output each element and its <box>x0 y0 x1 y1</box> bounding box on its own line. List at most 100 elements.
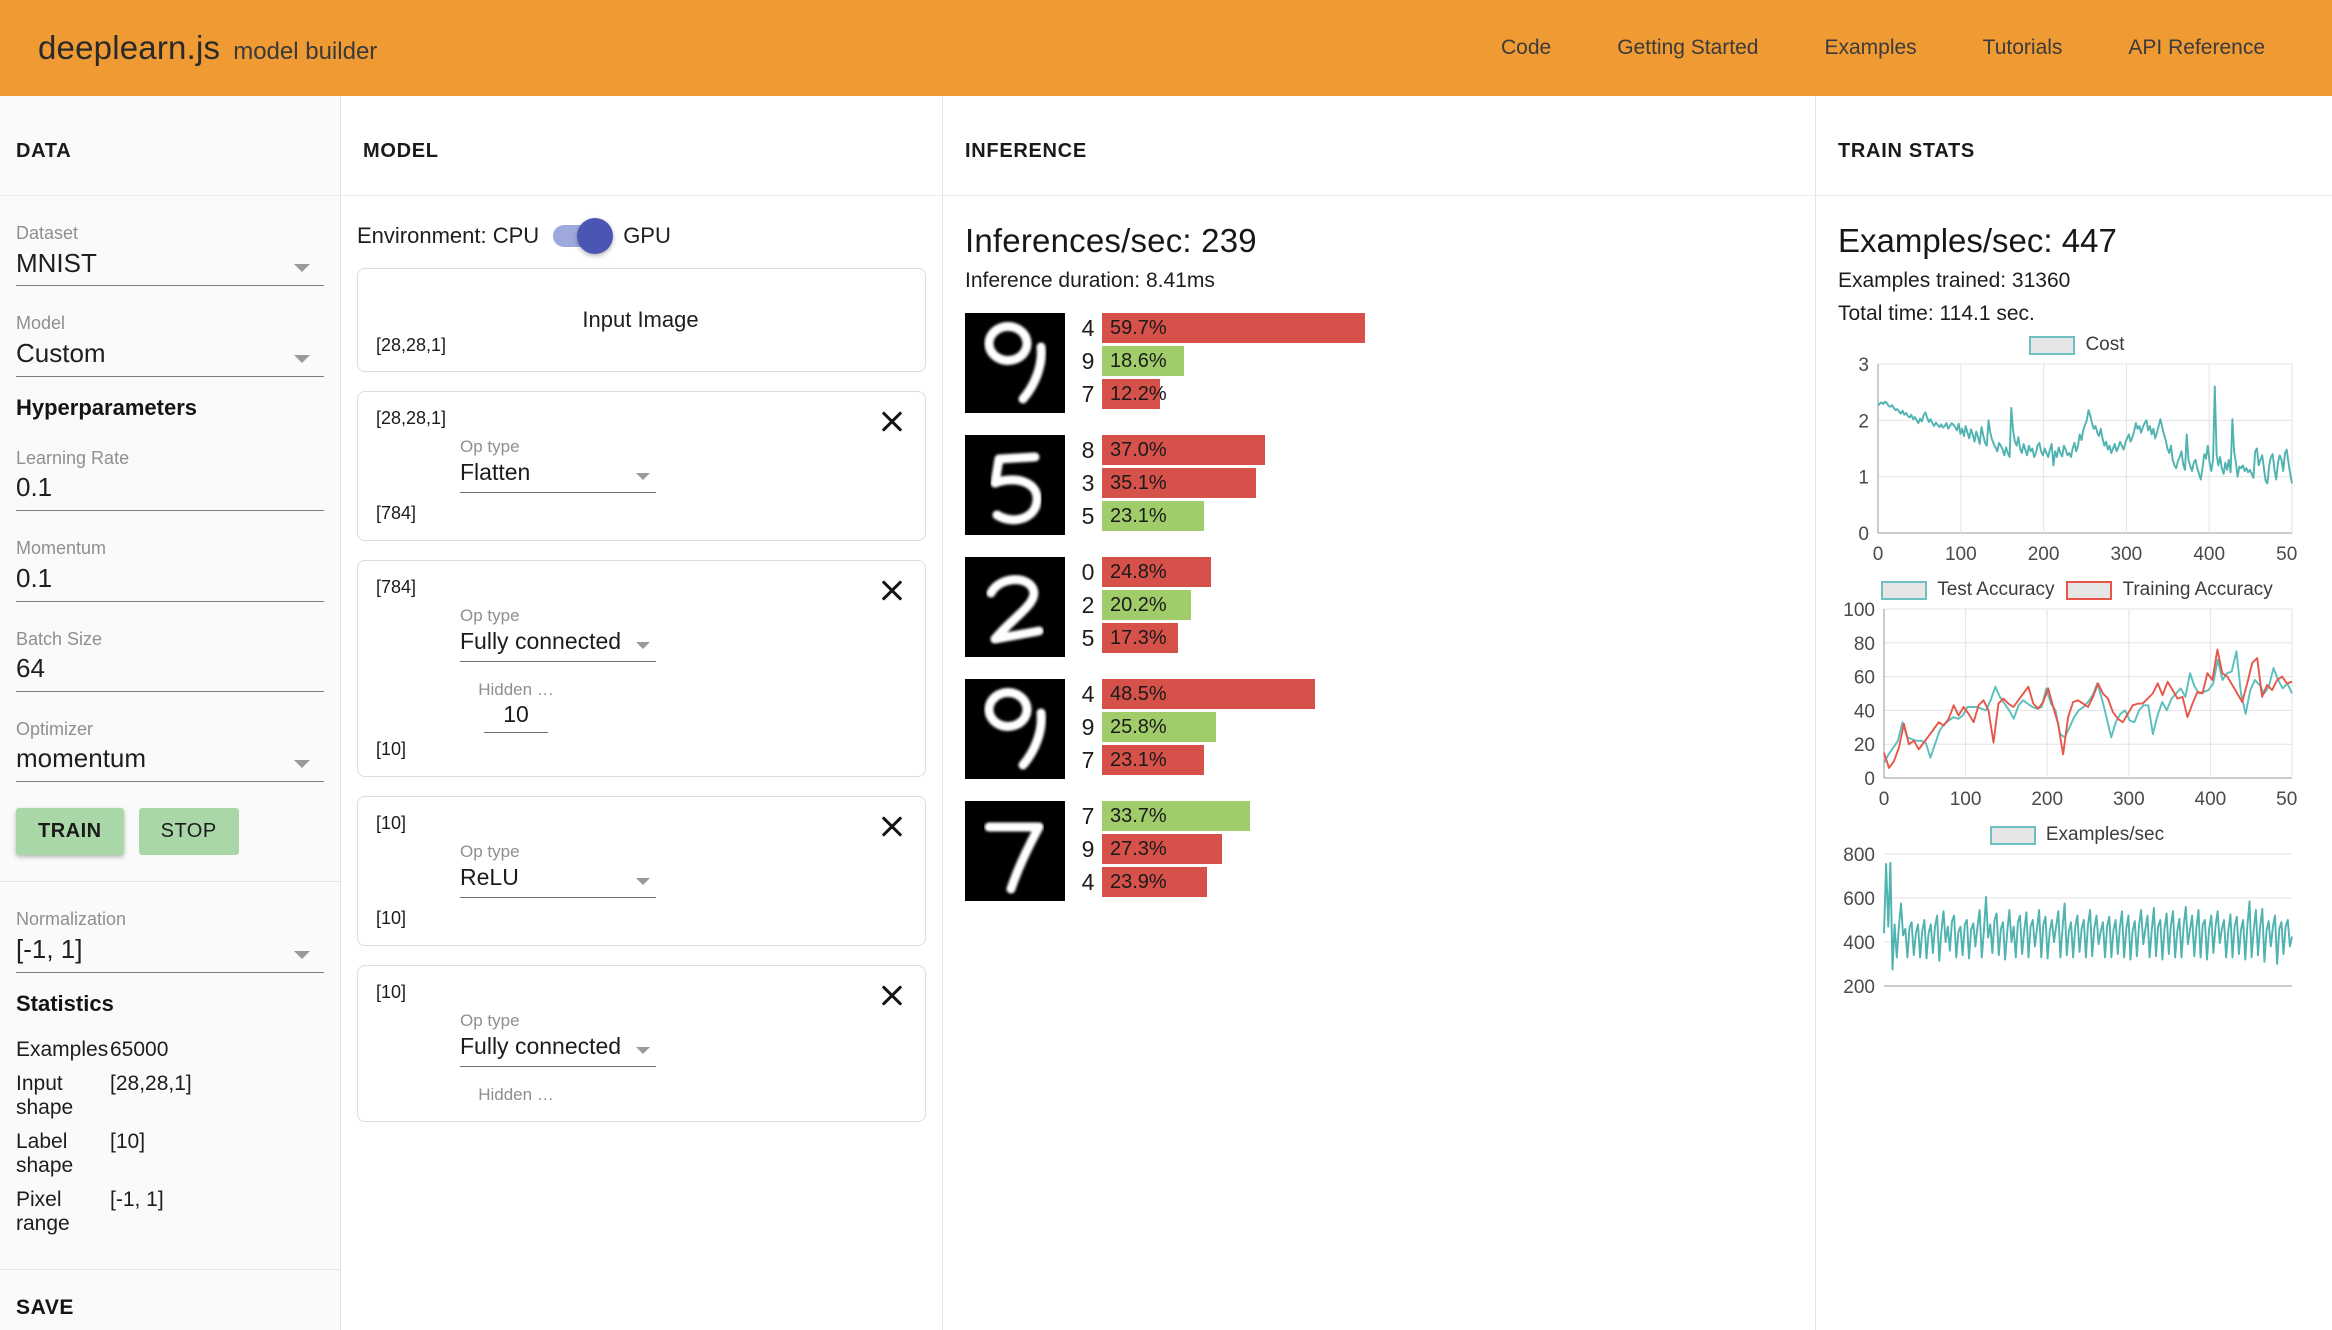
train-stats-summary: Examples/sec: 447 Examples trained: 3136… <box>1838 196 2316 326</box>
legend-item: Cost <box>2029 334 2125 356</box>
prediction-row: 9 27.3% <box>1074 834 1250 864</box>
op-type-select[interactable]: Fully connected <box>460 626 656 662</box>
model-select[interactable]: Custom <box>16 335 324 377</box>
svg-text:200: 200 <box>2028 544 2060 565</box>
inference-row: 8 37.0% 3 35.1% 5 23.1% <box>965 435 1799 535</box>
op-type-value: ReLU <box>460 864 519 890</box>
op-type-group: Op type Flatten <box>376 429 905 497</box>
train-button[interactable]: TRAIN <box>16 808 124 856</box>
op-type-group: Op type Fully connected <box>376 598 905 666</box>
legend-item: Test Accuracy <box>1881 579 2054 601</box>
prediction-digit-label: 5 <box>1081 625 1095 651</box>
environment-toggle[interactable] <box>553 218 614 254</box>
model-field: Model Custom <box>16 312 324 377</box>
inference-row: 7 33.7% 9 27.3% 4 23.9% <box>965 801 1799 901</box>
prediction-bar: 59.7% <box>1102 313 1365 343</box>
close-icon[interactable] <box>877 575 907 605</box>
op-type-select[interactable]: ReLU <box>460 862 656 898</box>
brand-logo: deeplearn.js model builder <box>38 29 377 67</box>
hidden-units-input[interactable]: 10 <box>484 700 548 733</box>
chevron-down-icon <box>294 950 310 959</box>
prediction-bar: 35.1% <box>1102 468 1257 498</box>
train-stats-panel: TRAIN STATS Examples/sec: 447 Examples t… <box>1816 96 2332 1330</box>
legend-label: Cost <box>2085 334 2125 355</box>
batch-size-input[interactable]: 64 <box>16 650 324 692</box>
prediction-bar: 24.8% <box>1102 557 1212 587</box>
stat-key: Label shape <box>16 1129 74 1177</box>
prediction-bar: 48.5% <box>1102 679 1316 709</box>
op-type-select[interactable]: Fully connected <box>460 1031 656 1067</box>
batch-size-field: Batch Size 64 <box>16 628 324 692</box>
legend-item: Training Accuracy <box>2066 579 2273 601</box>
hyperparameters-title: Hyperparameters <box>16 394 197 420</box>
dataset-select[interactable]: MNIST <box>16 245 324 287</box>
hidden-units-label: Hidden … <box>478 680 554 699</box>
stat-value: [10] <box>110 1129 146 1153</box>
examples-per-sec-chart: Examples/sec 200 400 600 800 <box>1838 824 2316 996</box>
inference-duration: Inference duration: 8.41ms <box>965 269 1215 292</box>
inference-panel: INFERENCE Inferences/sec: 239 Inference … <box>943 96 1816 1330</box>
learning-rate-input[interactable]: 0.1 <box>16 469 324 512</box>
svg-text:1: 1 <box>1858 468 1869 489</box>
nav-link-code[interactable]: Code <box>1468 36 1584 60</box>
chevron-down-icon <box>636 878 650 885</box>
nav-link-tutorials[interactable]: Tutorials <box>1950 36 2096 60</box>
prediction-row: 5 23.1% <box>1074 501 1265 531</box>
inferences-per-sec: Inferences/sec: 239 <box>965 222 1257 259</box>
prediction-bars: 4 48.5% 9 25.8% 7 23.1% <box>1074 679 1316 778</box>
prediction-bar: 23.1% <box>1102 745 1204 775</box>
close-icon[interactable] <box>877 980 907 1010</box>
digit-thumbnail <box>965 557 1065 657</box>
nav-link-getting-started[interactable]: Getting Started <box>1584 36 1791 60</box>
op-type-group: Op type ReLU <box>376 834 905 902</box>
statistics-table: Examples 65000 Input shape [28,28,1] Lab… <box>16 1033 324 1241</box>
prediction-bars: 8 37.0% 3 35.1% 5 23.1% <box>1074 435 1265 534</box>
layer-out-shape: [10] <box>376 739 407 759</box>
stat-key: Input shape <box>16 1071 74 1119</box>
svg-text:200: 200 <box>1843 977 1875 996</box>
chevron-down-icon <box>294 354 310 363</box>
nav-link-examples[interactable]: Examples <box>1791 36 1949 60</box>
nav-link-api-reference[interactable]: API Reference <box>2095 36 2298 60</box>
legend-swatch-test <box>1881 580 1928 600</box>
prediction-bars: 4 59.7% 9 18.6% 7 12.2% <box>1074 313 1365 412</box>
inference-panel-header: INFERENCE <box>943 96 1815 196</box>
legend-label: Training Accuracy <box>2122 579 2273 600</box>
op-type-select[interactable]: Flatten <box>460 457 656 493</box>
momentum-input[interactable]: 0.1 <box>16 560 324 602</box>
layer-card: [10] Op type ReLU [10] <box>357 796 926 946</box>
svg-text:20: 20 <box>1854 735 1875 756</box>
prediction-digit-label: 8 <box>1081 437 1095 463</box>
legend-swatch-training <box>2066 580 2113 600</box>
prediction-digit-label: 9 <box>1081 714 1095 740</box>
close-icon[interactable] <box>877 406 907 436</box>
train-controls: TRAIN STOP <box>16 808 324 881</box>
prediction-bar: 18.6% <box>1102 346 1184 376</box>
prediction-row: 7 12.2% <box>1074 379 1365 409</box>
total-time: Total time: 114.1 sec. <box>1838 302 2035 325</box>
chevron-down-icon <box>294 264 310 273</box>
svg-text:600: 600 <box>1843 889 1875 910</box>
brand-tagline: model builder <box>233 38 378 65</box>
section-divider <box>0 881 340 883</box>
close-icon[interactable] <box>877 811 907 841</box>
examples-chart-legend: Examples/sec <box>1838 824 2316 846</box>
stop-button[interactable]: STOP <box>138 808 239 856</box>
layer-card: [10] Op type Fully connected Hidden … <box>357 965 926 1122</box>
save-button[interactable]: SAVE <box>16 1296 74 1319</box>
momentum-field: Momentum 0.1 <box>16 537 324 602</box>
model-label: Model <box>16 313 66 334</box>
normalization-label: Normalization <box>16 909 127 930</box>
table-row: Pixel range [-1, 1] <box>16 1183 324 1241</box>
op-type-group: Op type Fully connected <box>376 1003 905 1071</box>
cost-chart-svg: 0 1 2 3 0 100 200 300 400 500 <box>1858 356 2298 565</box>
cost-chart-legend: Cost <box>1838 334 2316 356</box>
prediction-bar: 25.8% <box>1102 712 1216 742</box>
svg-text:0: 0 <box>1858 524 1869 545</box>
prediction-bar: 20.2% <box>1102 590 1191 620</box>
layer-out-shape: [10] <box>376 908 407 928</box>
optimizer-select[interactable]: momentum <box>16 740 324 783</box>
prediction-row: 4 59.7% <box>1074 313 1365 343</box>
learning-rate-label: Learning Rate <box>16 447 130 468</box>
normalization-select[interactable]: [-1, 1] <box>16 931 324 973</box>
